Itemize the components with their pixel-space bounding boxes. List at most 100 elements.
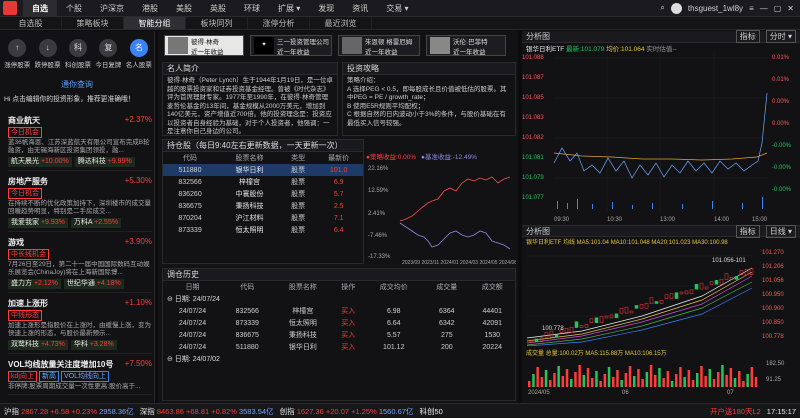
candle [619,307,624,314]
holding-row[interactable]: 836260 中寰股份 股票 5.7 [163,188,363,200]
trade-row[interactable]: 24/07/24 511880 银华日利 买入 101.12 200 20224 [163,341,515,353]
menu-icon[interactable]: ≡ [749,4,754,13]
maximize-icon[interactable]: ▢ [774,4,782,13]
holding-cell: 银华日利 [235,167,264,174]
subtab-zixuangu[interactable]: 自选股 [0,17,62,29]
holding-row[interactable]: 870204 沪江材料 股票 7.1 [163,212,363,224]
trade-row[interactable]: 24/07/24 832566 梓橦宫 买入 6.98 6364 44401 [163,305,515,317]
stock-chip[interactable]: 航天晨光 +10.00% [8,157,72,167]
holding-row[interactable]: 511880 银华日利 股票 101.0 [163,164,363,176]
opportunity-cards: 商业航天 +2.37% 今日机会 蓝36帆海恩、江苏深蓝航天有限公司宣布完成B轮融资，… [8,115,152,400]
col-code[interactable]: 代码 [222,281,273,293]
tab-hushenjing[interactable]: 沪深京 [91,0,133,17]
tab-gegu[interactable]: 个股 [57,0,91,17]
strategy-line [399,176,511,222]
col-type[interactable]: 类型 [282,152,314,164]
volume-bar [691,380,695,387]
left-panel: ↑ 涨停股票 ↓ 跌停股票 科科创股票 复今日复牌 名名人股票 通你查询 Hi 点击… [0,31,155,403]
investor-sub: 近一年收益 [365,48,398,56]
col-date[interactable]: 日期 [163,281,222,293]
stock-chip[interactable]: 盛力方 +2.12% [8,279,61,289]
investor-tab-sany[interactable]: ✦ 三一投资管理公司 近一年收益 [250,35,332,56]
index-quote[interactable]: 科创50 [419,406,442,417]
investor-tab-lynch[interactable]: 彼得·林奇 近一年收益 [164,35,244,56]
avatar[interactable] [670,2,682,14]
tab-kuozhan[interactable]: 扩展 ▾ [269,0,309,17]
subtab-celue[interactable]: 策略板块 [62,17,124,29]
col-name[interactable]: 股票名称 [217,152,282,164]
trade-cell: 836675 [235,331,259,339]
username[interactable]: thsguest_1wl8y [688,4,743,13]
search-icon[interactable]: ⌕ [660,3,664,13]
tab-yinggu[interactable]: 英股 [201,0,235,17]
volume-bar [637,369,640,387]
col-action[interactable]: 操作 [333,281,363,293]
investor-tab-buffett[interactable]: 沃伦·巴菲特 近一年收益 [426,35,506,56]
stock-chip[interactable]: 世纪华通 +4.18% [63,279,124,289]
button-fupai[interactable]: 复今日复牌 [93,39,123,69]
index-quote[interactable]: 深指 8463.86 +68.81 +0.82% 3583.54亿 [140,406,274,417]
holding-cell: 中寰股份 [235,191,264,198]
trade-row[interactable]: 24/07/24 873339 恒太照明 买入 6.64 6342 42091 [163,317,515,329]
profile-prompt[interactable]: Hi 点击编辑你的投资形象，推荐更准确哦！ [4,93,154,103]
tab-meigu[interactable]: 美股 [167,0,201,17]
daily-indicator-button[interactable]: 指标 [735,224,760,238]
daily-period-select[interactable]: 日线 ▾ [765,224,796,238]
holding-row[interactable]: 832566 梓橦宫 股票 6.9 [163,176,363,188]
col-name[interactable]: 股票名称 [273,281,334,293]
stock-chip[interactable]: 腾达科技 +9.99% [74,157,135,167]
subtab-zhangting[interactable]: 涨停分析 [248,17,310,29]
col-code[interactable]: 代码 [163,152,217,164]
card-title: 商业航天 [8,116,40,125]
trade-row[interactable]: 24/07/24 836675 秉扬科技 买入 5.57 275 1530 [163,329,515,341]
index-quote[interactable]: 沪指 2867.28 +6.58 +0.23% 2958.36亿 [4,406,134,417]
opportunity-card[interactable]: VOL均线放量关注度增加10号 +7.50% kdj向上 新高 VOL均线向上 非停牌:股… [8,359,152,395]
daily-kline-chart: 101.270 101.206 101.056 100.950 100.900 100.8… [526,250,784,347]
trade-group-row[interactable]: ⊖ 日期: 24/07/02 [163,353,515,365]
subtab-zhineng[interactable]: 智能分组 [124,17,186,29]
opportunity-card[interactable]: 加速上涨形 +1.10% 中线形态 加速上涨形是指股价在上涨时，由缓慢上涨，变为快速上… [8,298,152,354]
indicator-button[interactable]: 指标 [735,30,760,43]
tab-huanqiu[interactable]: 环球 [235,0,269,17]
investor-tab-graham[interactable]: 朱恩顿 格雷厄姆 近一年收益 [338,35,420,56]
time-tick: 15:00 [752,217,768,223]
subtab-zuijin[interactable]: 最近浏览 [310,17,372,29]
close-icon[interactable]: ✕ [787,4,794,13]
volume-bar [578,365,581,387]
volume-bar [700,366,703,387]
opportunity-card[interactable]: 商业航天 +2.37% 今日机会 蓝36帆海恩、江苏深蓝航天有限公司宣布完成B轮融资，… [8,115,152,171]
trade-cell: 买入 [341,344,356,351]
volume-bar [742,381,745,387]
button-dieting[interactable]: ↓ 跌停股票 [32,39,62,69]
stock-chip[interactable]: 我爱我家 +9.93% [8,218,68,228]
col-amount[interactable]: 成交额 [470,281,515,293]
query-link[interactable]: 通你查询 [0,79,154,90]
button-zhangting[interactable]: ↑ 涨停股票 [2,39,32,69]
col-avg-price[interactable]: 成交均价 [363,281,424,293]
opportunity-card[interactable]: 房地产服务 +5.30% 今日机会 在持续不断的优化政策加持下，深圳楼市的成交量回暖趋… [8,176,152,232]
period-select[interactable]: 分时 ▾ [765,30,796,43]
opportunity-card[interactable]: 游戏 +3.90% 中长线机会 7月26日至29日，第二十一届中国国际数码互动娱乐展览… [8,237,152,293]
trade-group-row[interactable]: ⊖ 日期: 24/07/24 [163,293,515,305]
index-quote[interactable]: 创指 1627.36 +20.07 +1.25% 1560.67亿 [280,406,414,417]
stock-chip[interactable]: 万科A +2.55% [70,218,122,228]
tab-ganggu[interactable]: 港股 [133,0,167,17]
holding-row[interactable]: 873339 恒太照明 股票 6.4 [163,224,363,236]
tab-zixuan[interactable]: 自选 [23,0,57,17]
subtab-bankuai[interactable]: 板块同列 [186,17,248,29]
tab-zixun[interactable]: 资讯 [343,0,377,17]
col-price[interactable]: 最新价 [314,152,363,164]
tab-faxian[interactable]: 发现 [309,0,343,17]
card-pct: +3.90% [124,237,152,246]
holding-row[interactable]: 836675 秉扬科技 股票 2.5 [163,200,363,212]
col-volume[interactable]: 成交量 [424,281,469,293]
stock-chip[interactable]: 华科 +3.28% [70,340,117,350]
status-bar: 沪指 2867.28 +6.58 +0.23% 2958.36亿 深指 8463.… [0,403,800,418]
minimize-icon[interactable]: — [760,4,768,13]
button-mingren[interactable]: 名名人股票 [124,39,154,69]
trade-cell: 101.12 [383,343,405,351]
button-kechuang[interactable]: 科科创股票 [63,39,93,69]
tab-jiaoyi[interactable]: 交易 ▾ [377,0,417,17]
stock-chip[interactable]: 双鹭科技 +4.73% [8,340,68,350]
open-account-link[interactable]: 开户送180天L2 [710,406,761,417]
